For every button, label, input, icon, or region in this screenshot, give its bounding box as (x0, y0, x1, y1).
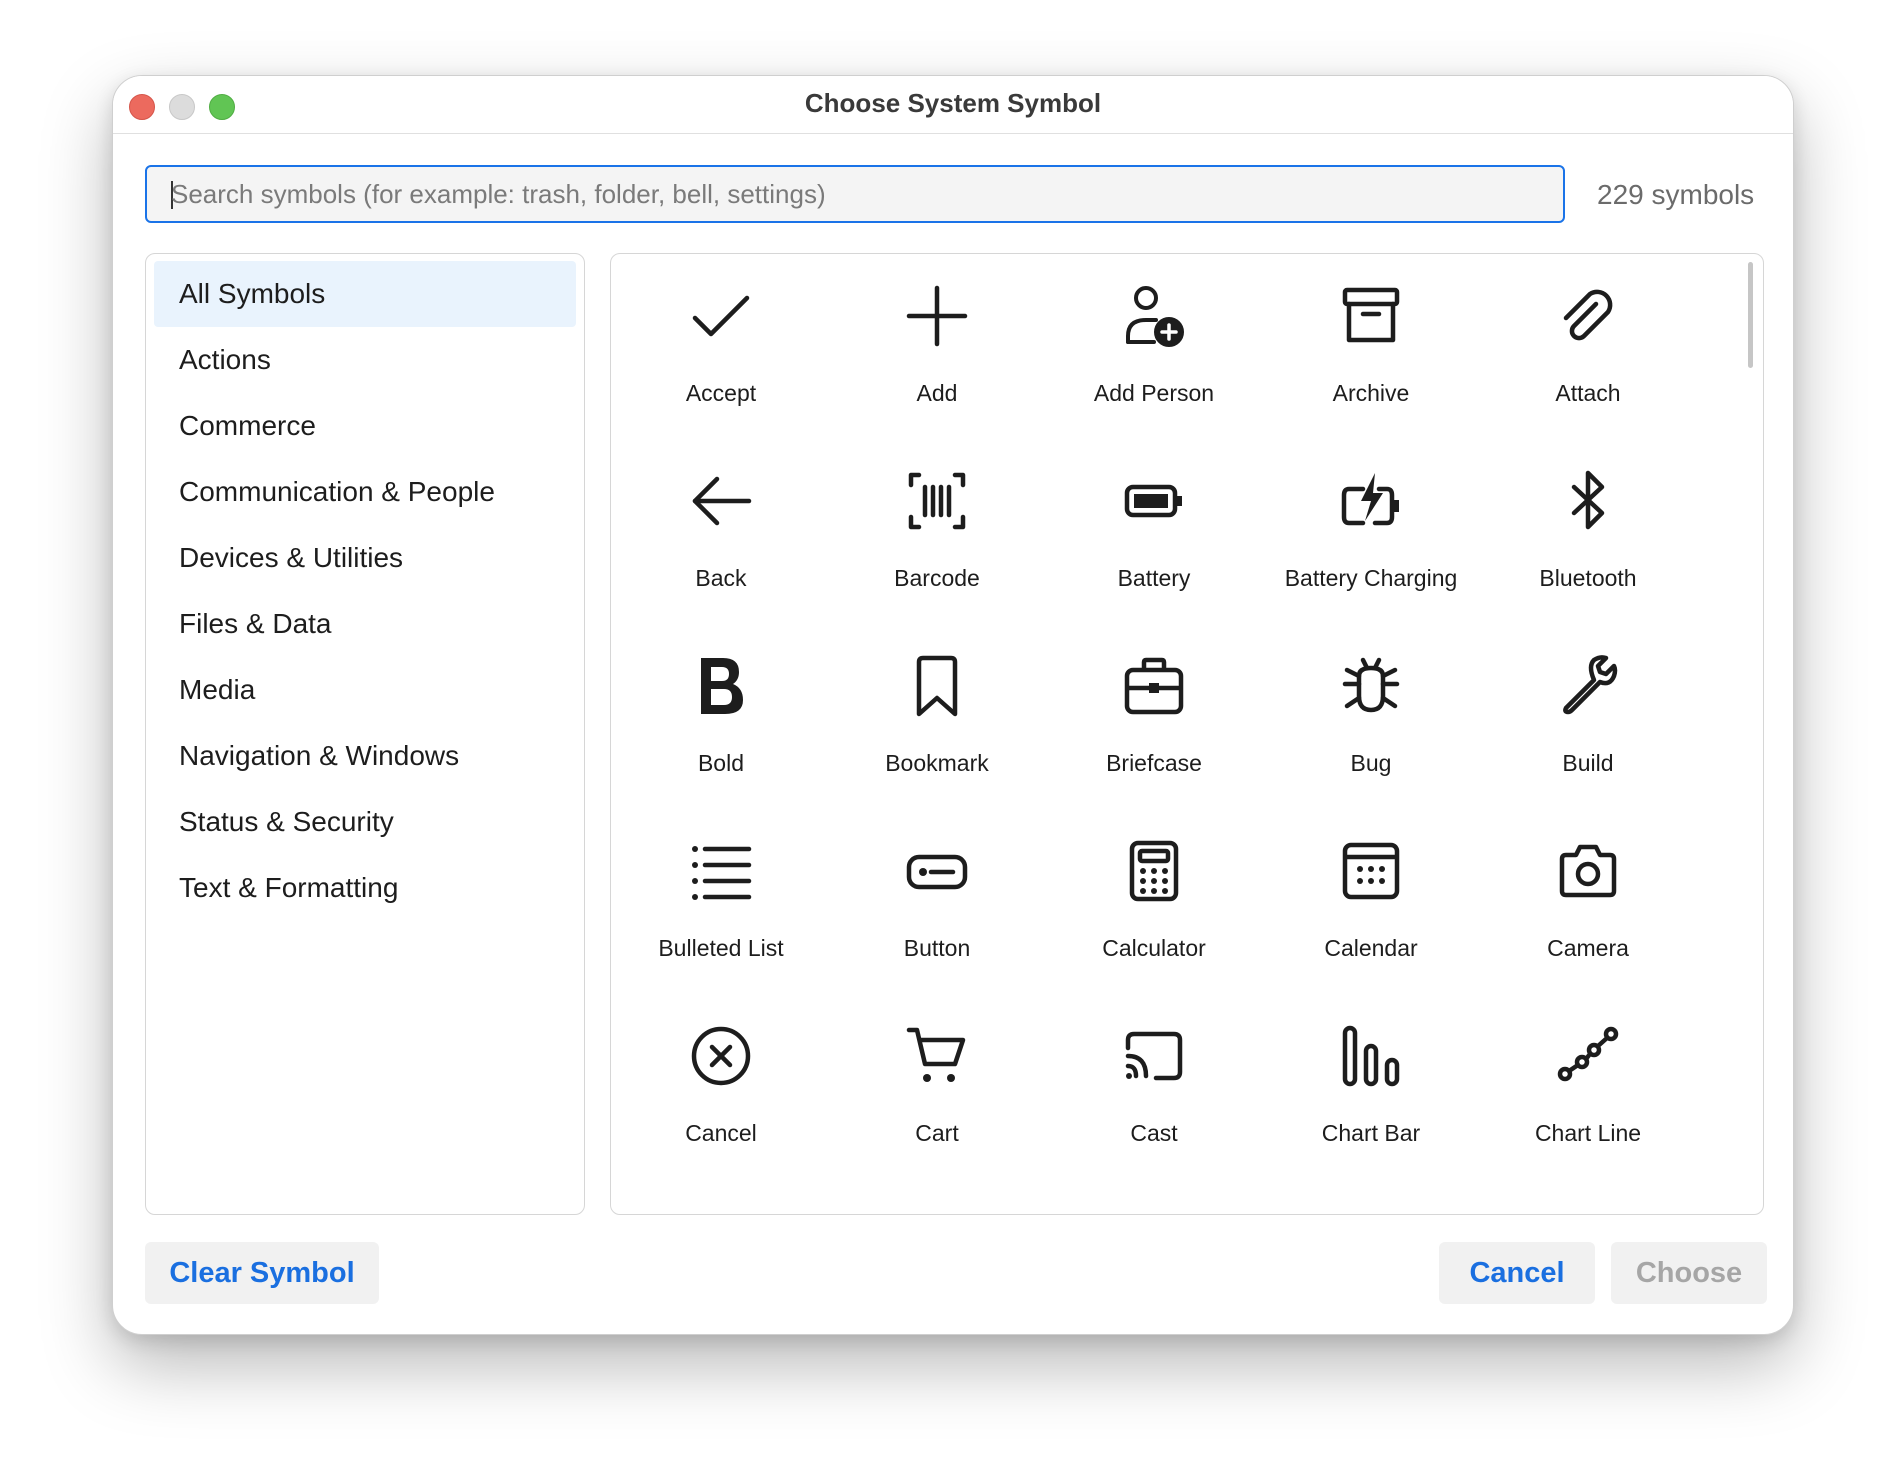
symbol-label: Add (916, 380, 958, 406)
symbol-tile-bug[interactable]: Bug (1271, 636, 1471, 806)
bug-icon (1342, 657, 1400, 713)
symbol-label: Bluetooth (1539, 565, 1637, 591)
symbol-label: Add Person (1093, 380, 1215, 406)
symbol-tile-cart[interactable]: Cart (837, 1006, 1037, 1176)
symbol-label: Barcode (894, 565, 980, 591)
button-icon (906, 854, 968, 890)
symbol-label: Cart (915, 1120, 959, 1146)
symbol-tile-accept[interactable]: Accept (621, 266, 821, 436)
chart-bar-icon (1342, 1025, 1400, 1087)
arrow-left-icon (692, 476, 752, 526)
cancel-button[interactable]: Cancel (1439, 1242, 1595, 1304)
symbol-tile-bold[interactable]: Bold (621, 636, 821, 806)
category-list: All Symbols Actions Commerce Communicati… (145, 253, 585, 1215)
symbol-tile-cast[interactable]: Cast (1054, 1006, 1254, 1176)
symbol-count: 229 symbols (1597, 179, 1755, 210)
symbol-label: Bug (1350, 750, 1392, 776)
symbol-tile-chart-bar[interactable]: Chart Bar (1271, 1006, 1471, 1176)
symbol-label: Accept (685, 380, 757, 406)
symbol-label: Calendar (1324, 935, 1418, 961)
window-title: Choose System Symbol (804, 88, 1102, 118)
title-bar: Choose System Symbol (113, 76, 1793, 134)
clear-symbol-button[interactable]: Clear Symbol (145, 1242, 379, 1304)
category-text-formatting[interactable]: Text & Formatting (154, 855, 576, 921)
symbol-label: Cast (1130, 1120, 1178, 1146)
calendar-icon (1342, 842, 1400, 900)
symbol-tile-cancel[interactable]: Cancel (621, 1006, 821, 1176)
briefcase-icon (1124, 657, 1184, 715)
symbol-tile-camera[interactable]: Camera (1488, 821, 1688, 991)
symbol-label: Button (903, 935, 971, 961)
symbol-label: Chart Line (1534, 1120, 1642, 1146)
vertical-scrollbar[interactable] (1748, 262, 1753, 368)
battery-icon (1124, 484, 1182, 518)
symbol-label: Calculator (1102, 935, 1206, 961)
symbol-tile-battery[interactable]: Battery (1054, 451, 1254, 621)
plus-icon (906, 285, 968, 347)
paperclip-icon (1563, 289, 1613, 341)
barcode-icon (908, 472, 966, 530)
bulleted-list-icon (692, 846, 752, 900)
category-status-security[interactable]: Status & Security (154, 789, 576, 855)
cancel-circle-icon (691, 1026, 751, 1086)
checkmark-icon (692, 295, 750, 337)
category-actions[interactable]: Actions (154, 327, 576, 393)
symbol-tile-button[interactable]: Button (837, 821, 1037, 991)
symbol-tile-build[interactable]: Build (1488, 636, 1688, 806)
category-files-data[interactable]: Files & Data (154, 591, 576, 657)
calculator-icon (1129, 840, 1179, 902)
category-navigation-windows[interactable]: Navigation & Windows (154, 723, 576, 789)
symbol-tile-barcode[interactable]: Barcode (837, 451, 1037, 621)
category-commerce[interactable]: Commerce (154, 393, 576, 459)
symbol-tile-attach[interactable]: Attach (1488, 266, 1688, 436)
battery-charging-icon (1341, 473, 1399, 526)
symbol-label: Chart Bar (1321, 1120, 1421, 1146)
symbol-tile-briefcase[interactable]: Briefcase (1054, 636, 1254, 806)
bookmark-icon (916, 655, 958, 717)
symbol-tile-bookmark[interactable]: Bookmark (837, 636, 1037, 806)
symbol-tile-add[interactable]: Add (837, 266, 1037, 436)
chart-line-icon (1557, 1026, 1619, 1082)
symbol-label: Archive (1332, 380, 1410, 406)
wrench-icon (1563, 655, 1618, 715)
symbol-picker-dialog: Choose System Symbol 229 symbols All Sym… (112, 75, 1794, 1335)
category-media[interactable]: Media (154, 657, 576, 723)
cart-icon (906, 1027, 966, 1082)
person-add-icon (1126, 286, 1184, 347)
symbol-tile-bluetooth[interactable]: Bluetooth (1488, 451, 1688, 621)
symbol-tile-archive[interactable]: Archive (1271, 266, 1471, 436)
symbol-label: Back (695, 565, 747, 591)
symbol-grid: Accept Add Add Person Archive Attach Bac… (610, 253, 1764, 1215)
category-communication-people[interactable]: Communication & People (154, 459, 576, 525)
symbol-label: Build (1562, 750, 1614, 776)
symbol-label: Bulleted List (658, 935, 784, 961)
camera-icon (1559, 844, 1617, 898)
symbol-label: Bold (697, 750, 745, 776)
symbol-tile-calculator[interactable]: Calculator (1054, 821, 1254, 991)
symbol-tile-chart-line[interactable]: Chart Line (1488, 1006, 1688, 1176)
symbol-label: Camera (1547, 935, 1629, 961)
symbol-label: Battery (1117, 565, 1191, 591)
category-all-symbols[interactable]: All Symbols (154, 261, 576, 327)
search-field[interactable] (145, 165, 1565, 223)
symbol-label: Bookmark (885, 750, 989, 776)
symbol-tile-back[interactable]: Back (621, 451, 821, 621)
symbol-label: Briefcase (1106, 750, 1202, 776)
archive-box-icon (1342, 287, 1400, 343)
symbol-tile-calendar[interactable]: Calendar (1271, 821, 1471, 991)
bluetooth-icon (1571, 470, 1605, 530)
symbol-label: Battery Charging (1284, 565, 1458, 591)
symbol-tile-bulleted-list[interactable]: Bulleted List (621, 821, 821, 991)
symbol-label: Attach (1555, 380, 1621, 406)
symbol-tile-add-person[interactable]: Add Person (1054, 266, 1254, 436)
choose-button[interactable]: Choose (1611, 1242, 1767, 1304)
symbol-label: Cancel (685, 1120, 757, 1146)
bold-icon (701, 658, 743, 714)
search-input[interactable] (169, 167, 1553, 221)
symbol-tile-battery-charging[interactable]: Battery Charging (1271, 451, 1471, 621)
cast-icon (1125, 1031, 1183, 1081)
category-devices-utilities[interactable]: Devices & Utilities (154, 525, 576, 591)
